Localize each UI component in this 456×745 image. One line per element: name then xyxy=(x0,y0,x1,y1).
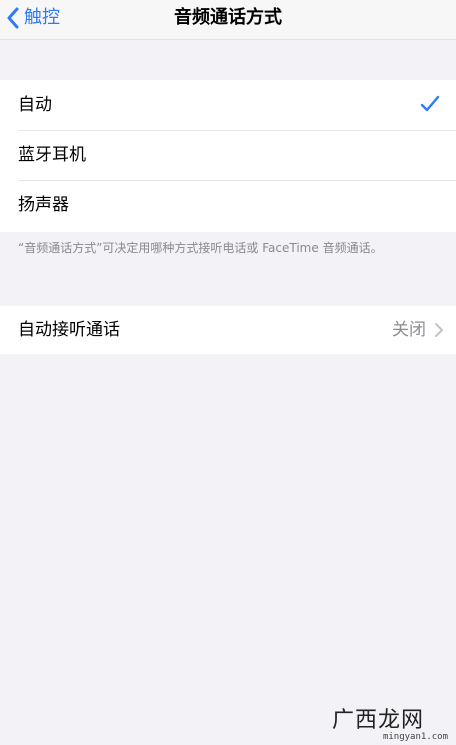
option-row-speaker[interactable]: 扬声器 xyxy=(0,180,456,230)
navigation-bar: 触控 音频通话方式 xyxy=(0,0,456,40)
auto-answer-label: 自动接听通话 xyxy=(18,320,120,340)
watermark-url: mingyan1.com xyxy=(382,732,448,742)
auto-answer-value: 关闭 xyxy=(392,320,426,340)
auto-answer-value-wrap: 关闭 xyxy=(392,306,444,354)
watermark-brand: 广西龙网 xyxy=(331,708,424,733)
page-title: 音频通话方式 xyxy=(174,7,282,28)
option-label: 扬声器 xyxy=(18,195,69,215)
routing-options-group: 自动 蓝牙耳机 扬声器 xyxy=(0,80,456,232)
option-row-bluetooth-headset[interactable]: 蓝牙耳机 xyxy=(0,130,456,180)
auto-answer-group: 自动接听通话 关闭 xyxy=(0,306,456,354)
chevron-right-icon xyxy=(435,323,443,337)
checkmark-icon xyxy=(420,95,440,112)
option-row-auto[interactable]: 自动 xyxy=(0,80,456,130)
auto-answer-row[interactable]: 自动接听通话 关闭 xyxy=(0,306,456,354)
option-label: 自动 xyxy=(18,95,52,115)
footer-note: “音频通话方式”可决定用哪种方式接听电话或 FaceTime 音频通话。 xyxy=(18,241,383,255)
option-label: 蓝牙耳机 xyxy=(18,145,86,165)
